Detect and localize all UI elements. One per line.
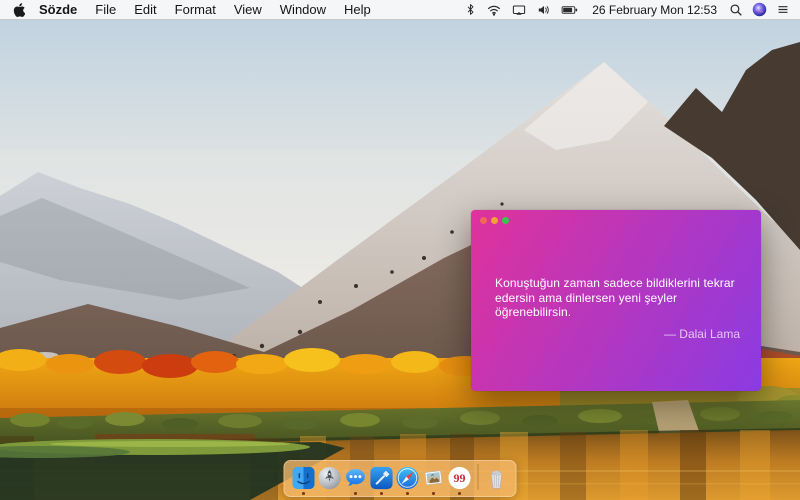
messages-icon (346, 468, 365, 486)
bluetooth-icon[interactable] (464, 2, 477, 17)
dock-item-preview[interactable] (422, 466, 446, 495)
quote-content: Konuştuğun zaman sadece bildiklerini tek… (495, 276, 740, 341)
running-indicator (406, 492, 409, 495)
menu-window[interactable]: Window (280, 2, 326, 17)
quote-attribution: — Dalai Lama (663, 326, 740, 341)
menu-edit[interactable]: Edit (134, 2, 156, 17)
running-indicator (302, 492, 305, 495)
quote-window[interactable]: Konuştuğun zaman sadece bildiklerini tek… (471, 210, 761, 391)
quote-text: Konuştuğun zaman sadece bildiklerini tek… (495, 276, 735, 319)
trash-full-icon (490, 470, 503, 489)
menu-format[interactable]: Format (175, 2, 216, 17)
running-indicator (432, 492, 435, 495)
zoom-button[interactable] (502, 217, 509, 224)
app-menu-title[interactable]: Sözde (39, 2, 77, 17)
siri-icon[interactable] (752, 2, 767, 17)
spotlight-search-icon[interactable] (729, 3, 743, 17)
menu-bar: Sözde File Edit Format View Window Help (0, 0, 800, 20)
dock-item-xcode[interactable] (370, 466, 394, 495)
menu-view[interactable]: View (234, 2, 262, 17)
menu-help[interactable]: Help (344, 2, 371, 17)
dock-item-finder[interactable] (292, 466, 316, 495)
quotes-app-icon: 99 (448, 466, 471, 490)
preview-icon (424, 470, 443, 486)
svg-text:99: 99 (454, 471, 466, 485)
battery-icon[interactable] (560, 3, 580, 17)
close-button[interactable] (480, 217, 487, 224)
dock-item-trash[interactable] (485, 466, 509, 490)
dock-item-launchpad[interactable] (318, 466, 342, 490)
xcode-icon (370, 466, 393, 490)
dock-separator (477, 464, 479, 490)
finder-icon (292, 466, 315, 490)
apple-menu[interactable] (12, 2, 25, 17)
wifi-icon[interactable] (486, 3, 502, 17)
running-indicator (458, 492, 461, 495)
notification-center-icon[interactable] (776, 3, 790, 16)
launchpad-icon (318, 466, 341, 490)
menu-bar-left: Sözde File Edit Format View Window Help (12, 0, 389, 19)
apple-logo-icon (13, 2, 25, 17)
dock: 99 (283, 460, 517, 497)
menu-file[interactable]: File (95, 2, 116, 17)
display-mirroring-icon[interactable] (511, 3, 527, 17)
running-indicator (354, 492, 357, 495)
desktop: Sözde File Edit Format View Window Help (0, 0, 800, 500)
window-traffic-lights (480, 217, 509, 224)
minimize-button[interactable] (491, 217, 498, 224)
safari-icon (396, 466, 419, 490)
running-indicator (380, 492, 383, 495)
menu-bar-status: 26 February Mon 12:53 (464, 0, 790, 19)
menu-bar-clock[interactable]: 26 February Mon 12:53 (592, 3, 717, 17)
dock-item-safari[interactable] (396, 466, 420, 495)
dock-item-messages[interactable] (344, 466, 368, 495)
dock-item-quotes-app[interactable]: 99 (448, 466, 472, 495)
volume-icon[interactable] (536, 3, 551, 17)
